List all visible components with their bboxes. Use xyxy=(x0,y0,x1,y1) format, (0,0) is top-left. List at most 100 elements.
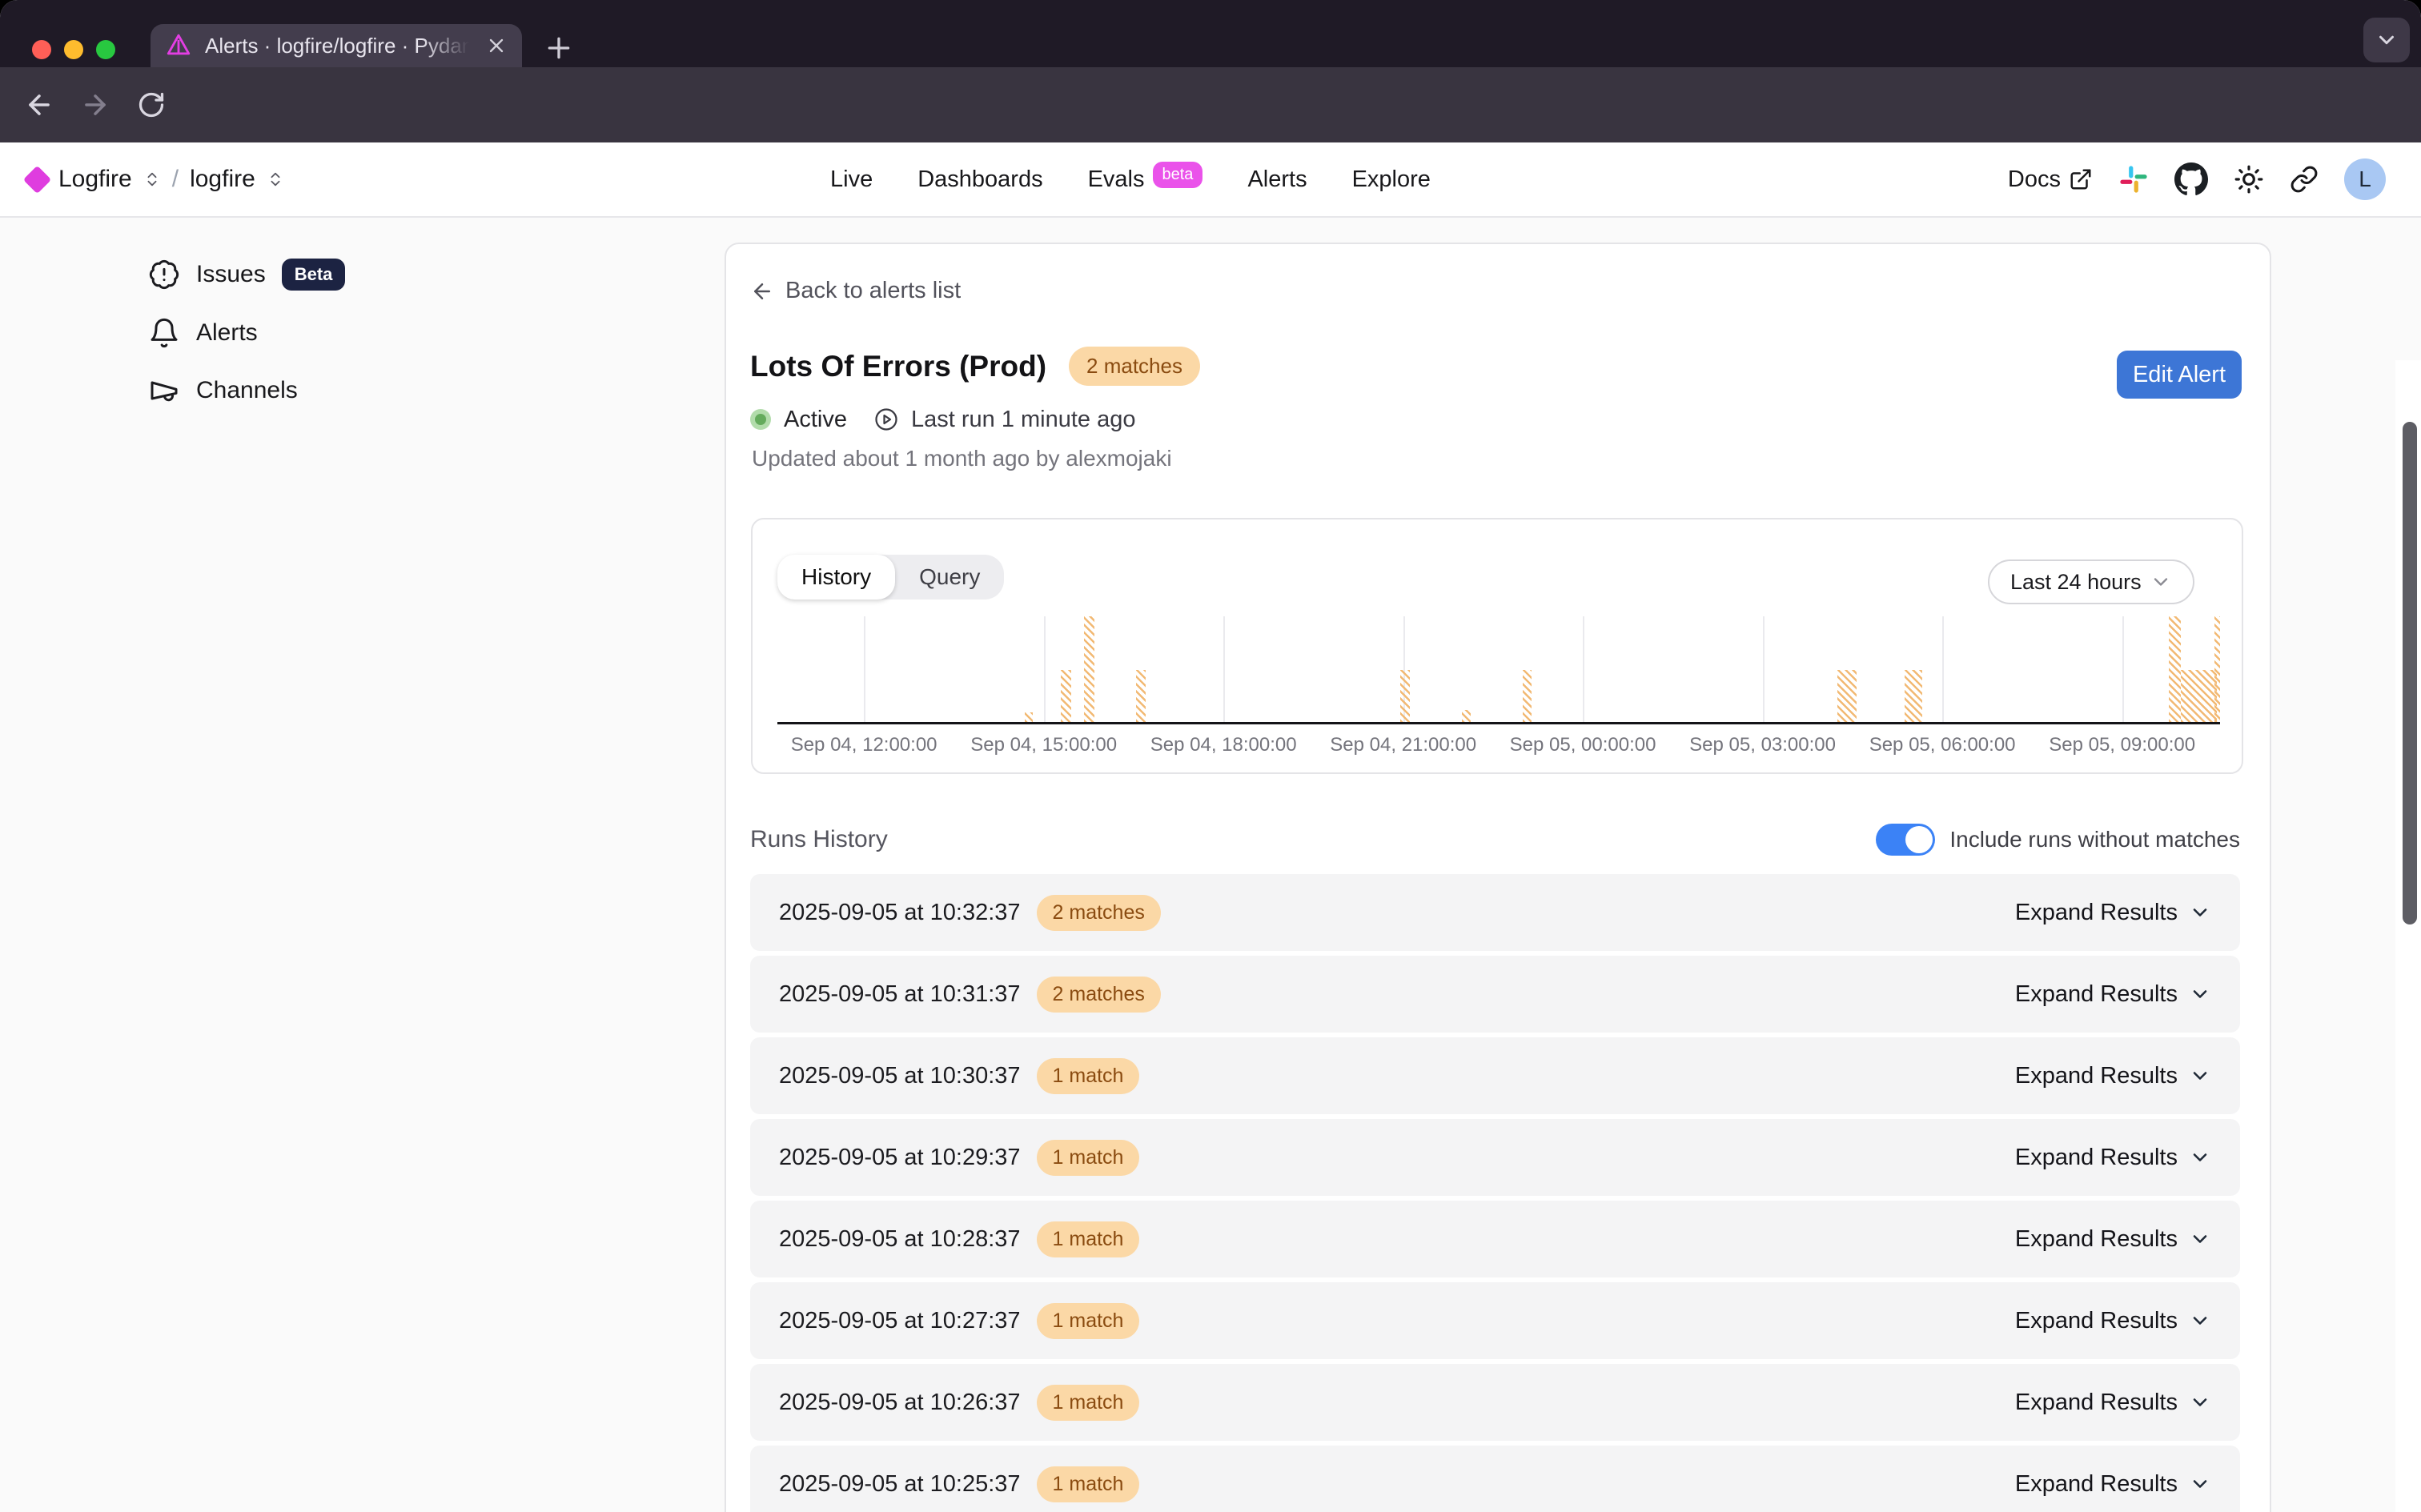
edit-alert-button[interactable]: Edit Alert xyxy=(2117,351,2242,399)
alert-status-row: Active Last run 1 minute ago xyxy=(750,401,1136,438)
run-history-row[interactable]: 2025-09-05 at 10:29:37 1 match Expand Re… xyxy=(750,1119,2240,1196)
gridline xyxy=(864,616,865,722)
history-bar xyxy=(1084,616,1094,722)
badge-alert-icon xyxy=(148,259,180,291)
chevron-down-icon xyxy=(2150,571,2172,593)
last-run-label: Last run 1 minute ago xyxy=(911,407,1136,433)
breadcrumb-separator: / xyxy=(172,166,179,193)
run-history-row[interactable]: 2025-09-05 at 10:26:37 1 match Expand Re… xyxy=(750,1364,2240,1441)
user-avatar[interactable]: L xyxy=(2344,158,2386,200)
run-timestamp: 2025-09-05 at 10:27:37 xyxy=(779,1308,1021,1334)
back-button[interactable] xyxy=(11,90,67,120)
expand-results-label: Expand Results xyxy=(2015,1308,2178,1334)
run-matches-badge: 1 match xyxy=(1037,1303,1140,1339)
include-runs-toggle[interactable] xyxy=(1876,824,1935,856)
run-timestamp: 2025-09-05 at 10:30:37 xyxy=(779,1063,1021,1089)
run-matches-badge: 1 match xyxy=(1037,1058,1140,1094)
sidebar-item-channels[interactable]: Channels xyxy=(148,372,298,409)
chevron-down-icon xyxy=(2189,1146,2211,1169)
reload-button[interactable] xyxy=(123,90,179,119)
chevrons-up-down-icon[interactable] xyxy=(143,170,161,188)
run-timestamp: 2025-09-05 at 10:31:37 xyxy=(779,981,1021,1008)
page-scrollbar-thumb[interactable] xyxy=(2403,422,2417,924)
history-bar xyxy=(1837,670,1857,722)
expand-results-button[interactable]: Expand Results xyxy=(2015,1390,2211,1416)
project-selector[interactable]: logfire xyxy=(190,166,255,193)
run-matches-badge: 2 matches xyxy=(1037,977,1161,1013)
docs-link[interactable]: Docs xyxy=(2008,166,2093,193)
active-status-dot-icon xyxy=(750,409,771,430)
tab-query[interactable]: Query xyxy=(895,555,1004,600)
page-scrollbar-track[interactable] xyxy=(2395,360,2421,1512)
run-timestamp: 2025-09-05 at 10:28:37 xyxy=(779,1226,1021,1253)
x-tick-label: Sep 05, 09:00:00 xyxy=(2049,734,2195,756)
run-matches-badge: 1 match xyxy=(1037,1140,1140,1176)
expand-results-button[interactable]: Expand Results xyxy=(2015,900,2211,926)
slack-icon[interactable] xyxy=(2118,164,2149,195)
play-circle-icon xyxy=(874,407,898,431)
run-history-row[interactable]: 2025-09-05 at 10:28:37 1 match Expand Re… xyxy=(750,1201,2240,1277)
tab-search-button[interactable] xyxy=(2363,18,2410,62)
run-timestamp: 2025-09-05 at 10:26:37 xyxy=(779,1390,1021,1416)
x-tick-label: Sep 04, 18:00:00 xyxy=(1150,734,1297,756)
nav-link-explore[interactable]: Explore xyxy=(1352,166,1431,193)
org-selector[interactable]: Logfire xyxy=(58,166,132,193)
run-history-row[interactable]: 2025-09-05 at 10:31:37 2 matches Expand … xyxy=(750,956,2240,1033)
close-window-button[interactable] xyxy=(32,40,51,59)
expand-results-label: Expand Results xyxy=(2015,981,2178,1008)
expand-results-button[interactable]: Expand Results xyxy=(2015,981,2211,1008)
new-tab-button[interactable] xyxy=(543,32,575,64)
nav-link-dashboards[interactable]: Dashboards xyxy=(917,166,1042,193)
minimize-window-button[interactable] xyxy=(64,40,83,59)
browser-tab-active[interactable]: Alerts · logfire/logfire · Pydantic xyxy=(151,24,522,67)
github-icon[interactable] xyxy=(2174,162,2208,196)
x-tick-label: Sep 04, 15:00:00 xyxy=(970,734,1117,756)
primary-nav: Live Dashboards Evals beta Alerts Explor… xyxy=(830,142,1431,216)
expand-results-button[interactable]: Expand Results xyxy=(2015,1308,2211,1334)
sidebar-item-label: Issues xyxy=(196,261,266,288)
megaphone-icon xyxy=(148,375,180,407)
theme-sun-icon[interactable] xyxy=(2234,164,2264,195)
history-bar xyxy=(1025,712,1033,722)
expand-results-label: Expand Results xyxy=(2015,1145,2178,1171)
share-link-icon[interactable] xyxy=(2290,165,2319,194)
browser-tab-strip: Alerts · logfire/logfire · Pydantic xyxy=(0,0,2421,67)
close-tab-icon[interactable] xyxy=(485,34,508,57)
run-matches-badge: 1 match xyxy=(1037,1221,1140,1257)
expand-results-button[interactable]: Expand Results xyxy=(2015,1471,2211,1498)
logfire-logo-icon xyxy=(23,165,51,193)
run-history-row[interactable]: 2025-09-05 at 10:25:37 1 match Expand Re… xyxy=(750,1446,2240,1512)
expand-results-button[interactable]: Expand Results xyxy=(2015,1226,2211,1253)
history-bar xyxy=(1400,670,1410,722)
expand-results-button[interactable]: Expand Results xyxy=(2015,1145,2211,1171)
matches-badge: 2 matches xyxy=(1069,347,1200,386)
history-bar xyxy=(1462,710,1471,722)
alert-title-row: Lots Of Errors (Prod) 2 matches xyxy=(750,347,1200,386)
sidebar-item-label: Channels xyxy=(196,377,298,404)
nav-link-evals[interactable]: Evals beta xyxy=(1088,166,1203,193)
expand-results-button[interactable]: Expand Results xyxy=(2015,1063,2211,1089)
chevrons-up-down-icon[interactable] xyxy=(267,170,284,188)
expand-results-label: Expand Results xyxy=(2015,1063,2178,1089)
gridline xyxy=(1223,616,1225,722)
run-timestamp: 2025-09-05 at 10:29:37 xyxy=(779,1145,1021,1171)
chevron-down-icon xyxy=(2189,983,2211,1005)
expand-results-label: Expand Results xyxy=(2015,1471,2178,1498)
nav-link-alerts[interactable]: Alerts xyxy=(1247,166,1307,193)
run-history-row[interactable]: 2025-09-05 at 10:30:37 1 match Expand Re… xyxy=(750,1037,2240,1114)
chevron-down-icon xyxy=(2189,1228,2211,1250)
run-timestamp: 2025-09-05 at 10:25:37 xyxy=(779,1471,1021,1498)
sidebar-item-issues[interactable]: Issues Beta xyxy=(148,256,345,293)
page-title: Lots Of Errors (Prod) xyxy=(750,350,1046,383)
run-history-row[interactable]: 2025-09-05 at 10:27:37 1 match Expand Re… xyxy=(750,1282,2240,1359)
back-to-alerts-link[interactable]: Back to alerts list xyxy=(750,278,961,304)
sidebar-item-alerts[interactable]: Alerts xyxy=(148,315,258,351)
forward-button[interactable] xyxy=(67,90,123,120)
x-tick-label: Sep 04, 21:00:00 xyxy=(1330,734,1476,756)
maximize-window-button[interactable] xyxy=(96,40,115,59)
tab-history[interactable]: History xyxy=(777,555,895,600)
chevron-down-icon xyxy=(2375,28,2399,52)
run-history-row[interactable]: 2025-09-05 at 10:32:37 2 matches Expand … xyxy=(750,874,2240,951)
nav-link-live[interactable]: Live xyxy=(830,166,873,193)
time-range-select[interactable]: Last 24 hours xyxy=(1988,559,2194,604)
